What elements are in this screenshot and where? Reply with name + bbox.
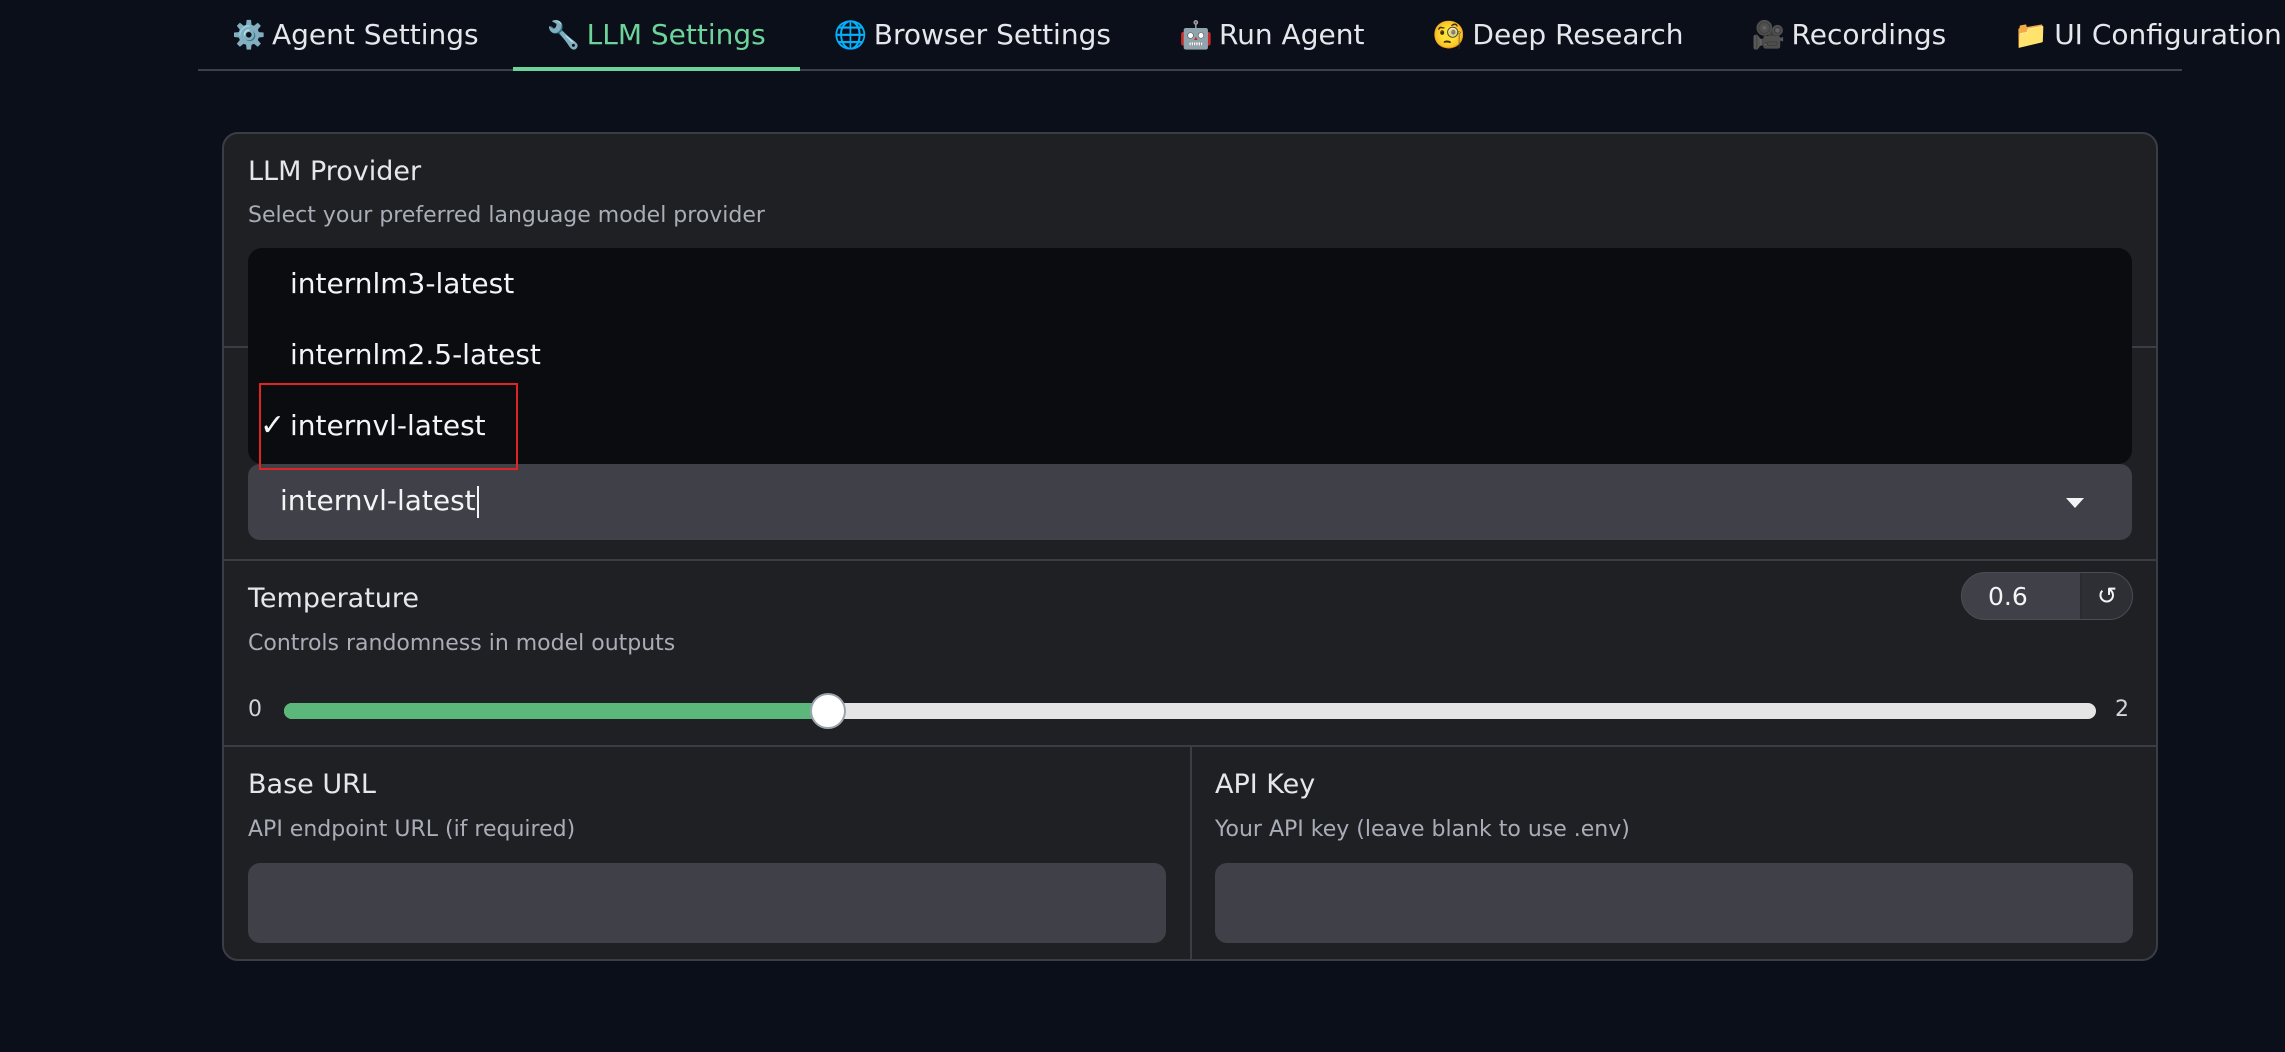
dropdown-option-internvl-latest[interactable]: ✓ internvl-latest [248, 390, 2132, 461]
tab-label: Browser Settings [873, 18, 1111, 51]
wrench-icon: 🔧 [546, 19, 581, 51]
endpoint-section: Base URL API endpoint URL (if required) … [224, 747, 2156, 959]
temperature-label: Temperature [248, 583, 420, 614]
tab-recordings[interactable]: 🎥 Recordings [1718, 0, 1981, 69]
dropdown-option-label: internlm2.5-latest [290, 338, 541, 371]
base-url-info: API endpoint URL (if required) [248, 817, 576, 842]
model-name-value: internvl-latest [280, 484, 479, 518]
llm-settings-card: LLM Provider Select your preferred langu… [222, 132, 2158, 961]
temperature-number-box: 0.6 ↺ [1961, 572, 2133, 620]
model-dropdown-list: internlm3-latest internlm2.5-latest ✓ in… [248, 248, 2132, 464]
tab-label: Run Agent [1218, 18, 1365, 51]
base-url-label: Base URL [248, 769, 376, 800]
monocle-face-icon: 🧐 [1432, 19, 1467, 51]
llm-provider-info: Select your preferred language model pro… [248, 203, 765, 228]
dropdown-option-internlm3-latest[interactable]: internlm3-latest [248, 248, 2132, 319]
temperature-section: Temperature Controls randomness in model… [224, 561, 2156, 747]
tab-llm-settings[interactable]: 🔧 LLM Settings [512, 0, 800, 71]
api-key-label: API Key [1215, 769, 1316, 800]
globe-icon: 🌐 [833, 19, 868, 51]
api-key-info: Your API key (leave blank to use .env) [1215, 817, 1630, 842]
reset-icon[interactable]: ↺ [2080, 573, 2132, 619]
folder-icon: 📁 [2014, 19, 2048, 51]
tab-bar: ⚙️ Agent Settings 🔧 LLM Settings 🌐 Browser Se… [198, 0, 2282, 71]
gear-icon: ⚙️ [232, 19, 266, 51]
slider-handle[interactable] [809, 693, 846, 729]
temperature-number-input[interactable]: 0.6 [1962, 573, 2080, 619]
tab-label: LLM Settings [586, 18, 766, 51]
slider-fill [284, 703, 828, 719]
text-cursor [476, 486, 479, 518]
api-key-input[interactable] [1215, 863, 2133, 943]
tab-ui-configuration[interactable]: 📁 UI Configuration [1980, 0, 2285, 69]
tab-label: Recordings [1791, 18, 1947, 51]
robot-icon: 🤖 [1178, 19, 1213, 51]
movie-camera-icon: 🎥 [1751, 19, 1786, 51]
dropdown-option-label: internlm3-latest [290, 267, 515, 300]
selection-highlight-box [259, 383, 518, 470]
tab-label: Agent Settings [272, 18, 479, 51]
base-url-input[interactable] [248, 863, 1166, 943]
tab-agent-settings[interactable]: ⚙️ Agent Settings [198, 0, 513, 69]
tab-label: Deep Research [1472, 18, 1684, 51]
slider-min-label: 0 [248, 697, 262, 722]
tab-label: UI Configuration [2054, 18, 2282, 51]
model-name-select[interactable]: internvl-latest [248, 464, 2132, 540]
temperature-info: Controls randomness in model outputs [248, 631, 676, 656]
temperature-slider[interactable] [284, 693, 2096, 729]
tab-browser-settings[interactable]: 🌐 Browser Settings [800, 0, 1145, 69]
slider-max-label: 2 [2115, 697, 2129, 722]
column-divider [1190, 747, 1192, 959]
tab-run-agent[interactable]: 🤖 Run Agent [1145, 0, 1398, 69]
tab-deep-research[interactable]: 🧐 Deep Research [1398, 0, 1717, 69]
dropdown-option-internlm2-5-latest[interactable]: internlm2.5-latest [248, 319, 2132, 390]
llm-provider-label: LLM Provider [248, 156, 422, 187]
chevron-down-icon[interactable] [2066, 498, 2084, 508]
